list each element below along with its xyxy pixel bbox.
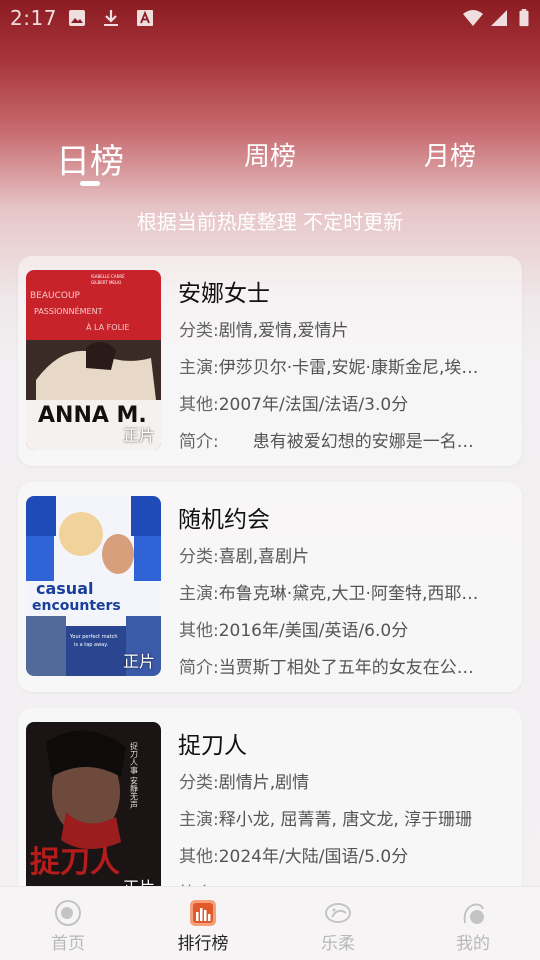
fish-icon — [325, 903, 351, 923]
svg-text:ISABELLE CARRÉ: ISABELLE CARRÉ — [91, 274, 125, 279]
battery-icon — [519, 9, 529, 27]
ranking-subtitle: 根据当前热度整理 不定时更新 — [136, 210, 404, 234]
nav-leisure[interactable]: 乐柔 — [288, 887, 388, 960]
nav-ranking[interactable]: 排行榜 — [153, 887, 253, 960]
svg-text:GILBERT MELKI: GILBERT MELKI — [91, 280, 121, 285]
status-time: 2:17 — [10, 6, 57, 30]
profile-icon — [463, 903, 484, 924]
download-icon — [104, 10, 118, 26]
svg-text:PASSIONNÉMENT: PASSIONNÉMENT — [34, 305, 103, 316]
movie-other: 其他:2016年/美国/英语/6.0分 — [179, 621, 409, 641]
svg-text:Your perfect match: Your perfect match — [69, 634, 118, 640]
movie-cast: 主演:布鲁克琳·黛克,大卫·阿奎特,西耶… — [179, 584, 479, 604]
tab-weekly[interactable]: 周榜 — [220, 136, 320, 173]
movie-other: 其他:2024年/大陆/国语/5.0分 — [179, 847, 409, 867]
play-badge: 正片 — [122, 652, 155, 671]
image-icon — [69, 10, 85, 26]
nav-profile[interactable]: 我的 — [423, 887, 523, 960]
svg-text:encounters: encounters — [32, 598, 121, 614]
nav-home[interactable]: 首页 — [18, 887, 118, 960]
movie-card[interactable]: ISABELLE CARRÉ GILBERT MELKI BEAUCOUP PA… — [18, 256, 522, 466]
movie-title: 随机约会 — [178, 507, 270, 533]
status-bar: 2:17 — [0, 0, 540, 36]
movie-card[interactable]: casual encounters Your perfect match is … — [18, 482, 522, 692]
bottom-nav: 首页 排行榜 乐柔 我的 — [0, 886, 540, 960]
nav-leisure-label: 乐柔 — [321, 934, 355, 954]
movie-cast: 主演:伊莎贝尔·卡雷,安妮·康斯金尼,埃… — [179, 358, 479, 378]
svg-text:捉刀人事 安静无声: 捉刀人事 安静无声 — [130, 741, 139, 810]
home-icon — [55, 900, 81, 926]
nav-home-label: 首页 — [51, 934, 85, 954]
movie-genre: 分类:剧情,爱情,爱情片 — [179, 321, 349, 341]
tab-monthly[interactable]: 月榜 — [400, 136, 500, 173]
wifi-icon — [463, 10, 483, 26]
ranking-icon — [190, 900, 216, 926]
nav-profile-label: 我的 — [456, 934, 490, 954]
svg-text:is a tap away.: is a tap away. — [74, 642, 108, 648]
svg-text:捉刀人: 捉刀人 — [30, 845, 120, 880]
nav-ranking-label: 排行榜 — [177, 934, 229, 954]
tab-daily[interactable]: 日榜 — [40, 134, 140, 183]
svg-text:casual: casual — [36, 579, 93, 598]
play-badge: 正片 — [122, 426, 155, 445]
movie-poster: ISABELLE CARRÉ GILBERT MELKI BEAUCOUP PA… — [26, 270, 161, 450]
active-tab-indicator — [80, 181, 100, 186]
movie-cast: 主演:释小龙, 屈菁菁, 唐文龙, 淳于珊珊 — [179, 810, 473, 830]
signal-icon — [491, 10, 507, 26]
movie-title: 捉刀人 — [178, 733, 247, 759]
movie-other: 其他:2007年/法国/法语/3.0分 — [179, 395, 409, 415]
movie-intro: 简介: 患有被爱幻想的安娜是一名… — [179, 432, 474, 452]
movie-poster: 捉刀人 捉刀人事 安静无声 正片 — [26, 722, 161, 902]
movie-poster: casual encounters Your perfect match is … — [26, 496, 161, 676]
movie-intro: 简介:当贾斯丁相处了五年的女友在公… — [179, 658, 474, 678]
svg-text:À LA FOLIE: À LA FOLIE — [86, 321, 129, 332]
movie-genre: 分类:剧情片,剧情 — [179, 773, 310, 793]
font-icon — [137, 10, 153, 26]
movie-genre: 分类:喜剧,喜剧片 — [179, 547, 310, 567]
svg-text:BEAUCOUP: BEAUCOUP — [30, 291, 81, 301]
movie-title: 安娜女士 — [178, 281, 270, 307]
